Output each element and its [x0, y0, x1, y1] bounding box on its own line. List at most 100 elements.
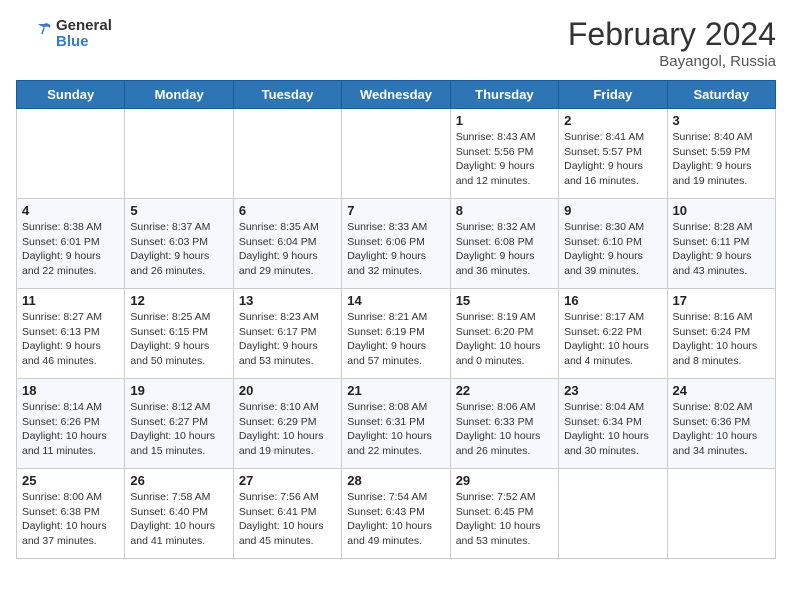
cell-info: Sunrise: 8:38 AM Sunset: 6:01 PM Dayligh… [22, 220, 119, 279]
cell-info: Sunrise: 8:43 AM Sunset: 5:56 PM Dayligh… [456, 130, 553, 189]
calendar-cell: 17 Sunrise: 8:16 AM Sunset: 6:24 PM Dayli… [667, 289, 775, 379]
calendar-cell: 12Sunrise: 8:25 AM Sunset: 6:15 PM Dayli… [125, 289, 233, 379]
cell-date: 14 [347, 293, 444, 308]
cell-date: 10 [673, 203, 770, 218]
day-header-sunday: Sunday [17, 81, 125, 109]
calendar-cell: 29 Sunrise: 7:52 AM Sunset: 6:45 PM Dayli… [450, 469, 558, 559]
cell-info: Sunrise: 8:35 AM Sunset: 6:04 PM Dayligh… [239, 220, 336, 279]
cell-info: Sunrise: 8:27 AM Sunset: 6:13 PM Dayligh… [22, 310, 119, 369]
cell-date: 12 [130, 293, 227, 308]
cell-date: 3 [673, 113, 770, 128]
cell-date: 29 [456, 473, 553, 488]
logo: General Blue [16, 16, 112, 52]
cell-date: 28 [347, 473, 444, 488]
calendar-table: SundayMondayTuesdayWednesdayThursdayFrid… [16, 80, 776, 559]
cell-date: 18 [22, 383, 119, 398]
calendar-cell: 19Sunrise: 8:12 AM Sunset: 6:27 PM Dayli… [125, 379, 233, 469]
calendar-cell: 14 Sunrise: 8:21 AM Sunset: 6:19 PM Dayli… [342, 289, 450, 379]
cell-info: Sunrise: 8:00 AM Sunset: 6:38 PM Dayligh… [22, 490, 119, 549]
calendar-cell: 13 Sunrise: 8:23 AM Sunset: 6:17 PM Dayli… [233, 289, 341, 379]
cell-date: 27 [239, 473, 336, 488]
cell-info: Sunrise: 8:32 AM Sunset: 6:08 PM Dayligh… [456, 220, 553, 279]
cell-date: 15 [456, 293, 553, 308]
cell-date: 5 [130, 203, 227, 218]
calendar-cell: 9 Sunrise: 8:30 AM Sunset: 6:10 PM Daylig… [559, 199, 667, 289]
calendar-cell: 1 Sunrise: 8:43 AM Sunset: 5:56 PM Daylig… [450, 109, 558, 199]
cell-info: Sunrise: 8:21 AM Sunset: 6:19 PM Dayligh… [347, 310, 444, 369]
cell-info: Sunrise: 7:58 AM Sunset: 6:40 PM Dayligh… [130, 490, 227, 549]
calendar-cell: 6 Sunrise: 8:35 AM Sunset: 6:04 PM Daylig… [233, 199, 341, 289]
cell-info: Sunrise: 8:16 AM Sunset: 6:24 PM Dayligh… [673, 310, 770, 369]
calendar-cell: 25 Sunrise: 8:00 AM Sunset: 6:38 PM Dayli… [17, 469, 125, 559]
cell-info: Sunrise: 8:33 AM Sunset: 6:06 PM Dayligh… [347, 220, 444, 279]
cell-date: 20 [239, 383, 336, 398]
cell-date: 23 [564, 383, 661, 398]
day-header-row: SundayMondayTuesdayWednesdayThursdayFrid… [17, 81, 776, 109]
cell-date: 8 [456, 203, 553, 218]
calendar-cell [667, 469, 775, 559]
cell-info: Sunrise: 8:41 AM Sunset: 5:57 PM Dayligh… [564, 130, 661, 189]
cell-info: Sunrise: 8:06 AM Sunset: 6:33 PM Dayligh… [456, 400, 553, 459]
calendar-cell [342, 109, 450, 199]
day-header-monday: Monday [125, 81, 233, 109]
cell-info: Sunrise: 8:23 AM Sunset: 6:17 PM Dayligh… [239, 310, 336, 369]
day-header-saturday: Saturday [667, 81, 775, 109]
calendar-subtitle: Bayangol, Russia [568, 53, 776, 70]
calendar-cell [233, 109, 341, 199]
week-row-1: 1 Sunrise: 8:43 AM Sunset: 5:56 PM Daylig… [17, 109, 776, 199]
calendar-cell: 26 Sunrise: 7:58 AM Sunset: 6:40 PM Dayli… [125, 469, 233, 559]
cell-date: 6 [239, 203, 336, 218]
day-header-friday: Friday [559, 81, 667, 109]
logo-text: General Blue [56, 18, 112, 51]
day-header-wednesday: Wednesday [342, 81, 450, 109]
cell-info: Sunrise: 8:04 AM Sunset: 6:34 PM Dayligh… [564, 400, 661, 459]
cell-info: Sunrise: 8:14 AM Sunset: 6:26 PM Dayligh… [22, 400, 119, 459]
day-header-thursday: Thursday [450, 81, 558, 109]
cell-date: 22 [456, 383, 553, 398]
cell-date: 26 [130, 473, 227, 488]
title-block: February 2024 Bayangol, Russia [568, 16, 776, 70]
cell-info: Sunrise: 7:56 AM Sunset: 6:41 PM Dayligh… [239, 490, 336, 549]
cell-date: 1 [456, 113, 553, 128]
cell-info: Sunrise: 8:30 AM Sunset: 6:10 PM Dayligh… [564, 220, 661, 279]
logo-blue-text: Blue [56, 34, 112, 51]
cell-date: 7 [347, 203, 444, 218]
cell-info: Sunrise: 8:37 AM Sunset: 6:03 PM Dayligh… [130, 220, 227, 279]
cell-date: 25 [22, 473, 119, 488]
cell-info: Sunrise: 8:40 AM Sunset: 5:59 PM Dayligh… [673, 130, 770, 189]
cell-date: 11 [22, 293, 119, 308]
cell-date: 17 [673, 293, 770, 308]
cell-info: Sunrise: 8:10 AM Sunset: 6:29 PM Dayligh… [239, 400, 336, 459]
calendar-cell: 21 Sunrise: 8:08 AM Sunset: 6:31 PM Dayli… [342, 379, 450, 469]
logo-general-text: General [56, 18, 112, 35]
cell-info: Sunrise: 7:52 AM Sunset: 6:45 PM Dayligh… [456, 490, 553, 549]
cell-date: 24 [673, 383, 770, 398]
calendar-cell: 18 Sunrise: 8:14 AM Sunset: 6:26 PM Dayli… [17, 379, 125, 469]
calendar-cell: 16Sunrise: 8:17 AM Sunset: 6:22 PM Dayli… [559, 289, 667, 379]
cell-date: 13 [239, 293, 336, 308]
cell-info: Sunrise: 8:02 AM Sunset: 6:36 PM Dayligh… [673, 400, 770, 459]
cell-date: 19 [130, 383, 227, 398]
cell-date: 4 [22, 203, 119, 218]
calendar-cell: 3 Sunrise: 8:40 AM Sunset: 5:59 PM Daylig… [667, 109, 775, 199]
cell-date: 21 [347, 383, 444, 398]
week-row-2: 4 Sunrise: 8:38 AM Sunset: 6:01 PM Daylig… [17, 199, 776, 289]
calendar-cell: 22 Sunrise: 8:06 AM Sunset: 6:33 PM Dayli… [450, 379, 558, 469]
calendar-cell: 11 Sunrise: 8:27 AM Sunset: 6:13 PM Dayli… [17, 289, 125, 379]
calendar-cell: 8 Sunrise: 8:32 AM Sunset: 6:08 PM Daylig… [450, 199, 558, 289]
calendar-cell: 28Sunrise: 7:54 AM Sunset: 6:43 PM Dayli… [342, 469, 450, 559]
calendar-cell: 4 Sunrise: 8:38 AM Sunset: 6:01 PM Daylig… [17, 199, 125, 289]
calendar-cell: 7 Sunrise: 8:33 AM Sunset: 6:06 PM Daylig… [342, 199, 450, 289]
calendar-cell: 20 Sunrise: 8:10 AM Sunset: 6:29 PM Dayli… [233, 379, 341, 469]
cell-info: Sunrise: 8:28 AM Sunset: 6:11 PM Dayligh… [673, 220, 770, 279]
cell-info: Sunrise: 8:08 AM Sunset: 6:31 PM Dayligh… [347, 400, 444, 459]
calendar-cell: 15Sunrise: 8:19 AM Sunset: 6:20 PM Dayli… [450, 289, 558, 379]
calendar-cell: 5 Sunrise: 8:37 AM Sunset: 6:03 PM Daylig… [125, 199, 233, 289]
day-header-tuesday: Tuesday [233, 81, 341, 109]
calendar-cell [17, 109, 125, 199]
calendar-cell: 10 Sunrise: 8:28 AM Sunset: 6:11 PM Dayli… [667, 199, 775, 289]
cell-info: Sunrise: 8:17 AM Sunset: 6:22 PM Dayligh… [564, 310, 661, 369]
week-row-5: 25 Sunrise: 8:00 AM Sunset: 6:38 PM Dayli… [17, 469, 776, 559]
week-row-3: 11 Sunrise: 8:27 AM Sunset: 6:13 PM Dayli… [17, 289, 776, 379]
cell-date: 9 [564, 203, 661, 218]
